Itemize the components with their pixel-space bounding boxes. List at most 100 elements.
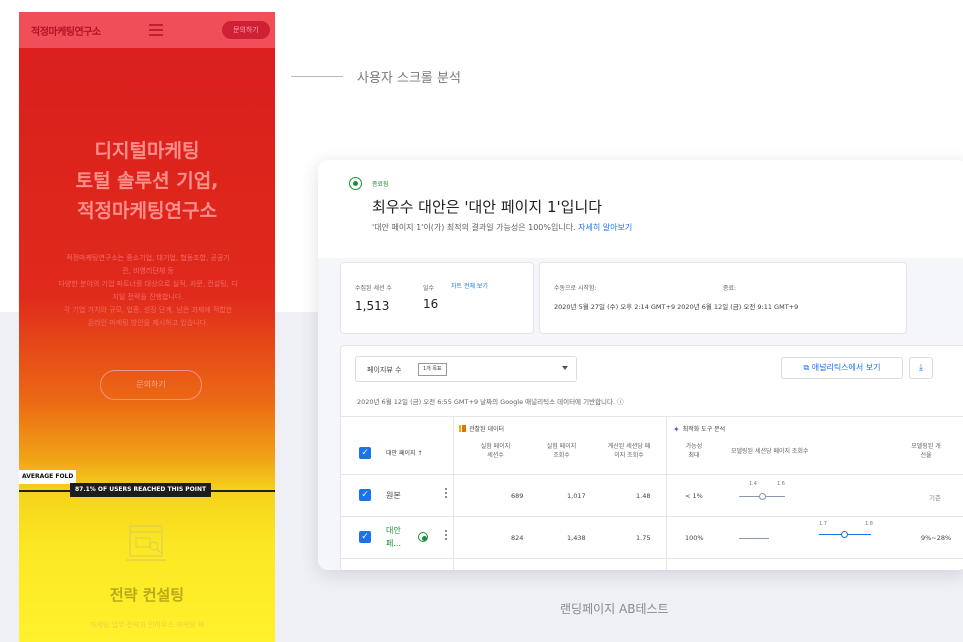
data-source-text: 2020년 6월 12일 (금) 오전 6:55 GMT+9 날짜의 Googl… — [357, 398, 616, 406]
header-line: 실험 페이지 — [546, 443, 577, 450]
ci-high-label: 1.8 — [865, 521, 873, 527]
probability-best-header: 가능성최대 — [679, 442, 709, 460]
download-icon: ⤓ — [919, 363, 923, 373]
download-button[interactable]: ⤓ — [909, 357, 933, 379]
header-line: 실험 페이지 — [480, 443, 511, 450]
sessions-value: 1,513 — [355, 299, 390, 313]
improvement-cell: 9%~28% — [921, 534, 952, 542]
variant-results-table: 페이지뷰 수 1개 목표 ⧉ 애널리틱스에서 보기 ⤓ 2020년 6월 12일… — [340, 345, 963, 570]
observed-data-group: 관찰된 데이터 — [459, 424, 504, 433]
experiment-results-card: 종료됨 최우수 대안은 '대안 페이지 1'입니다 '대안 페이지 1'이(가)… — [318, 160, 963, 570]
hero-title: 디지털마케팅 토털 솔루션 기업, 적정마케팅연구소 — [19, 136, 275, 226]
variant-name[interactable]: 원본 — [386, 490, 401, 501]
optimizer-analysis-group: ✦ 최적화 도구 분석 — [673, 424, 726, 434]
more-options-icon[interactable] — [445, 530, 447, 542]
bar-chart-icon — [459, 425, 466, 432]
end-label: 종료: — [723, 285, 737, 292]
confidence-interval-point — [841, 531, 848, 538]
observed-group-label: 관찰된 데이터 — [469, 426, 505, 433]
description-line: 관, 비영리단체 등 — [122, 267, 174, 275]
row-divider — [341, 558, 963, 559]
chevron-down-icon — [562, 366, 568, 370]
description-line: 온라인 마케팅 방안을 제시하고 있습니다. — [87, 319, 209, 327]
variant-name[interactable]: 대안페... — [386, 524, 401, 550]
header-line: 모델링된 개 — [911, 443, 941, 450]
info-icon[interactable]: ⓘ — [617, 398, 624, 406]
header-line: 가능성 — [685, 443, 703, 450]
description-line: 다양한 분야의 기업 파트너를 대상으로 실적, 자문, 컨설팅, 디 — [58, 280, 238, 288]
row-divider — [341, 516, 963, 517]
days-value: 16 — [423, 297, 439, 311]
row-checkbox[interactable]: ✓ — [359, 489, 371, 501]
confidence-interval-point — [759, 493, 766, 500]
scroll-heatmap-preview: 적정마케팅연구소 문의하기 디지털마케팅 토털 솔루션 기업, 적정마케팅연구소… — [19, 12, 275, 642]
probability-cell: < 1% — [685, 492, 703, 500]
objective-dropdown[interactable]: 페이지뷰 수 1개 목표 — [355, 356, 577, 382]
model-group-label: 최적화 도구 분석 — [682, 426, 726, 433]
sparkle-icon: ✦ — [673, 425, 680, 434]
date-range-panel: 수동으로 시작함: 종료: 2020년 5월 27일 (수) 오후 2:14 G… — [539, 262, 907, 334]
view-full-chart-link[interactable]: 차트 전체 보기 — [451, 281, 488, 290]
objective-count-chip: 1개 목표 — [418, 363, 447, 376]
results-headline: 최우수 대안은 '대안 페이지 1'입니다 — [372, 198, 603, 216]
select-all-checkbox[interactable]: ✓ — [359, 447, 371, 459]
row-divider — [341, 474, 963, 475]
header-line: 계산된 세션당 페 — [607, 443, 651, 450]
hero-description: 적정마케팅연구소는 중소기업, 대기업, 협동조합, 공공기 관, 비영리단체 … — [37, 252, 259, 330]
view-in-analytics-label: 애널리틱스에서 보기 — [811, 363, 881, 372]
open-external-icon: ⧉ — [803, 363, 812, 372]
ci-low-label: 1.7 — [819, 521, 827, 527]
experiment-status: 종료됨 — [372, 181, 389, 188]
variant-column-label: 대안 페이지 — [386, 450, 416, 457]
caption-divider — [291, 76, 343, 77]
brand-logo-text: 적정마케팅연구소 — [31, 27, 101, 38]
experiment-sessions-header: 실험 페이지세션수 — [473, 442, 518, 460]
learn-more-link[interactable]: 자세히 알아보기 — [578, 223, 632, 232]
improvement-cell: 기준 — [929, 494, 941, 502]
ci-low-label: 1.4 — [749, 481, 757, 487]
objective-dropdown-label: 페이지뷰 수 — [367, 366, 402, 374]
mobile-header: 적정마케팅연구소 문의하기 — [19, 12, 275, 48]
variant-name-line: 대안 — [386, 526, 401, 535]
experiment-views-header: 실험 페이지 조회수 — [539, 442, 584, 460]
sort-up-icon: ↑ — [417, 450, 423, 457]
hero-line: 적정마케팅연구소 — [77, 200, 217, 222]
per-session-cell: 1.48 — [636, 492, 651, 500]
column-divider — [666, 416, 667, 570]
sessions-cell: 824 — [511, 534, 524, 542]
view-in-analytics-button[interactable]: ⧉ 애널리틱스에서 보기 — [781, 357, 903, 379]
header-line: 이지 조회수 — [614, 452, 644, 459]
hero-line: 토털 솔루션 기업, — [75, 170, 219, 192]
description-line: 적정마케팅연구소는 중소기업, 대기업, 협동조합, 공공기 — [66, 254, 230, 262]
variant-column-header[interactable]: 대안 페이지 ↑ — [386, 449, 422, 458]
hero-contact-button[interactable]: 문의하기 — [100, 370, 202, 400]
more-options-icon[interactable] — [445, 488, 447, 500]
hero-line: 디지털마케팅 — [94, 140, 200, 162]
data-source-note: 2020년 6월 12일 (금) 오전 6:55 GMT+9 날짜의 Googl… — [357, 396, 624, 406]
table-top-border — [341, 416, 963, 417]
views-cell: 1,017 — [567, 492, 586, 500]
days-label: 일수 — [423, 285, 435, 292]
status-check-icon — [349, 177, 362, 190]
per-session-cell: 1.75 — [636, 534, 651, 542]
row-checkbox[interactable]: ✓ — [359, 531, 371, 543]
ab-test-caption: 랜딩페이지 AB테스트 — [560, 602, 669, 616]
sessions-label: 수집된 세션 수 — [355, 285, 392, 292]
header-line: 최대 — [688, 452, 700, 459]
variant-name-line: 페... — [386, 539, 401, 548]
modeled-improvement-header: 모델링된 개 선율 — [901, 442, 951, 460]
views-cell: 1,438 — [567, 534, 586, 542]
scroll-analysis-caption: 사용자 스크롤 분석 — [357, 71, 461, 86]
fold-reach-tooltip: 87.1% OF USERS REACHED THIS POINT — [70, 483, 212, 497]
hamburger-menu-icon[interactable] — [149, 24, 163, 36]
document-search-icon — [126, 525, 166, 561]
column-divider — [453, 416, 454, 570]
ci-high-label: 1.6 — [777, 481, 785, 487]
strategy-section-title: 전략 컨설팅 — [109, 586, 185, 604]
header-line: 세션수 — [487, 452, 504, 459]
strategy-section-subtitle: 마케팅 업무 전략과 인하우스 마케팅 체 — [89, 621, 205, 629]
sessions-cell: 689 — [511, 492, 524, 500]
baseline-interval-bar — [739, 538, 769, 539]
header-contact-button[interactable]: 문의하기 — [222, 21, 270, 39]
probability-cell: 100% — [685, 534, 704, 542]
